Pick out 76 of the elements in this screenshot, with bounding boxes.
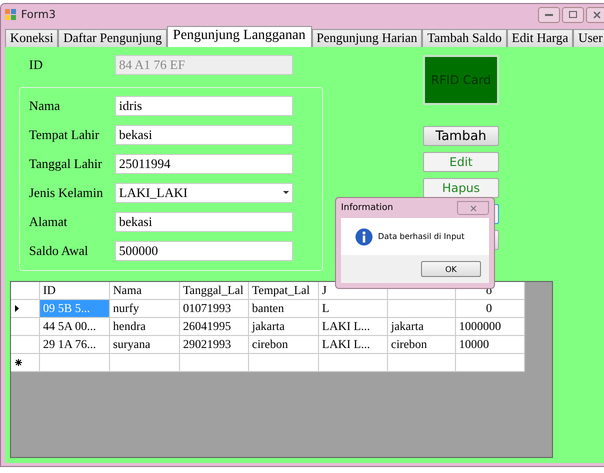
window-title: Form3 [21, 8, 56, 21]
input-field[interactable]: bekasi [115, 212, 293, 232]
table-cell: 29 1A 76... [40, 336, 110, 354]
table-cell: L [319, 300, 388, 318]
table-cell: 29021993 [180, 336, 249, 354]
table-cell: jakarta [388, 318, 456, 336]
table-cell[interactable] [456, 354, 525, 372]
table-cell[interactable] [319, 354, 388, 372]
caret-icon [283, 191, 289, 194]
table-cell: suryana [110, 336, 180, 354]
tab[interactable]: Daftar Pengunjung [58, 29, 167, 47]
input-field[interactable]: 500000 [115, 240, 293, 260]
action-button[interactable]: Edit [423, 152, 499, 172]
dropdown[interactable]: LAKI_LAKI [115, 182, 293, 202]
column-header[interactable]: Tanggal_Lal [180, 282, 249, 300]
row-pointer-icon [15, 305, 19, 312]
maximize-icon [568, 11, 577, 18]
table-cell [388, 300, 456, 318]
close-icon [592, 10, 601, 18]
ok-button[interactable]: OK [421, 261, 481, 277]
table-cell: 26041995 [180, 318, 249, 336]
tab[interactable]: Tambah Saldo [422, 29, 507, 47]
table-cell: cirebon [388, 336, 456, 354]
table-cell[interactable] [388, 354, 456, 372]
rfid-card-panel: RFID Card [423, 55, 499, 105]
table-cell: LAKI L... [319, 336, 388, 354]
input-field[interactable]: idris [115, 96, 293, 116]
table-cell: LAKI L... [319, 318, 388, 336]
field-label: Alamat [29, 214, 68, 230]
column-header[interactable]: ID [40, 282, 110, 300]
field-label: ID [29, 57, 44, 73]
dialog-message: Data berhasil di Input [378, 232, 464, 241]
row-header[interactable] [11, 354, 40, 372]
table-cell: 0 [456, 300, 525, 318]
table-cell[interactable] [180, 354, 249, 372]
table-cell: 01071993 [180, 300, 249, 318]
table-cell: jakarta [249, 318, 319, 336]
tab[interactable]: User [573, 29, 604, 47]
tab[interactable]: Pengunjung Harian [312, 29, 422, 47]
minimize-icon [544, 12, 553, 16]
table-cell: banten [249, 300, 319, 318]
field-label: Tanggal Lahir [29, 156, 104, 172]
new-row-icon [15, 359, 22, 366]
field-label: Tempat Lahir [29, 126, 100, 142]
tab[interactable]: Edit Harga [506, 29, 574, 47]
table-cell[interactable] [110, 354, 180, 372]
input-field[interactable]: 25011994 [115, 154, 293, 174]
action-button[interactable]: Hapus [423, 178, 499, 198]
column-header[interactable]: Nama [110, 282, 180, 300]
input-field[interactable]: bekasi [115, 124, 293, 144]
action-button[interactable]: Tambah [423, 126, 499, 146]
table-cell[interactable] [40, 354, 110, 372]
row-header[interactable] [11, 300, 40, 318]
table-cell: 09 5B 5... [40, 300, 110, 318]
table-cell: cirebon [249, 336, 319, 354]
table-cell: 1000000 [456, 318, 525, 336]
tab[interactable]: Koneksi [5, 29, 58, 47]
maximize-button[interactable] [562, 6, 584, 22]
info-icon [355, 228, 373, 246]
field-label: Nama [29, 98, 62, 114]
column-header[interactable]: Tempat_Lal [249, 282, 319, 300]
field-label: Saldo Awal [29, 242, 90, 258]
close-button[interactable] [457, 201, 489, 215]
app-icon [5, 9, 16, 20]
minimize-button[interactable] [538, 6, 560, 22]
tab[interactable]: Pengunjung Langganan [166, 26, 312, 47]
field-label: Jenis Kelamin [29, 184, 104, 200]
close-icon [470, 204, 476, 212]
table-cell: 10000 [456, 336, 525, 354]
close-button[interactable] [586, 6, 604, 22]
dialog-title: Information [341, 203, 394, 213]
table-cell: hendra [110, 318, 180, 336]
table-cell: nurfy [110, 300, 180, 318]
header-corner [11, 282, 40, 300]
table-cell: 44 5A 00... [40, 318, 110, 336]
table-cell[interactable] [249, 354, 319, 372]
